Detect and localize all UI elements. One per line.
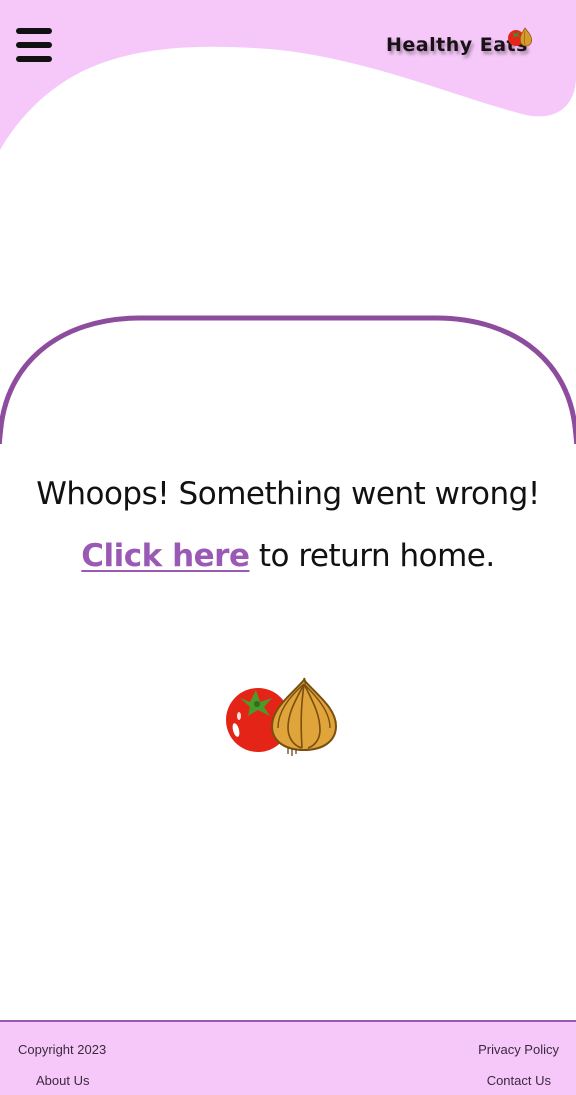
contact-us-link[interactable]: Contact Us xyxy=(487,1073,551,1088)
copyright-text: Copyright 2023 xyxy=(18,1042,107,1057)
return-home-link[interactable]: Click here xyxy=(81,538,250,574)
hamburger-menu-icon[interactable] xyxy=(16,28,52,62)
site-footer: Copyright 2023 About Us Privacy Policy C… xyxy=(0,1020,576,1095)
header-background xyxy=(0,0,576,150)
error-message: Whoops! Something went wrong! Click here… xyxy=(0,476,576,574)
about-us-link[interactable]: About Us xyxy=(36,1073,89,1088)
menu-bar-bottom xyxy=(16,56,52,62)
brand-logo-link[interactable]: Healthy Eats xyxy=(386,26,546,66)
tomato-onion-logo-icon xyxy=(508,27,533,47)
content-arch-divider xyxy=(0,315,576,454)
menu-bar-middle xyxy=(16,42,52,48)
tomato-onion-icon xyxy=(226,677,338,756)
return-home-line: Click here to return home. xyxy=(0,538,576,574)
return-home-text: to return home. xyxy=(249,538,495,574)
menu-bar-top xyxy=(16,28,52,34)
privacy-policy-link[interactable]: Privacy Policy xyxy=(478,1042,559,1057)
error-headline: Whoops! Something went wrong! xyxy=(36,476,540,512)
